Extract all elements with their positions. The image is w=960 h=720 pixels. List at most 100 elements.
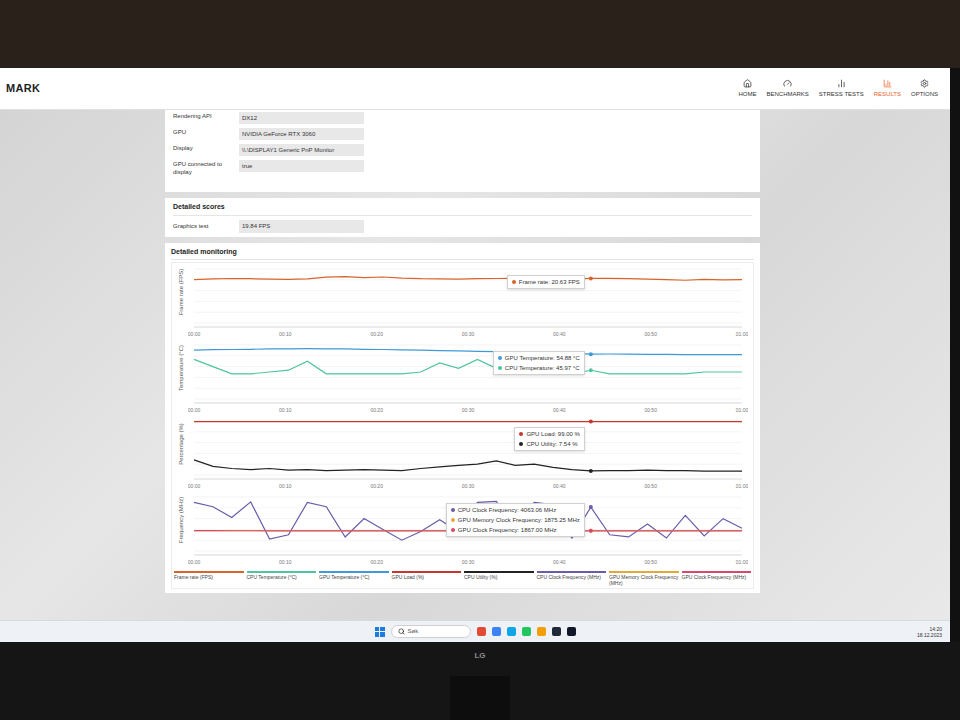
clock[interactable]: 14:2018.12.2023: [917, 626, 942, 638]
score-value: 19.84 FPS: [239, 220, 364, 233]
start-icon[interactable]: [375, 627, 385, 637]
legend-swatch: [682, 571, 752, 573]
legend-item[interactable]: GPU Clock Frequency (MHz): [682, 571, 752, 586]
x-tick: 00:40: [553, 407, 566, 413]
x-tick: 00:00: [188, 559, 200, 565]
x-tick: 01:00: [736, 331, 748, 337]
taskbar-app-icon[interactable]: [522, 627, 531, 636]
tooltip-dot: [451, 528, 455, 532]
x-tick: 00:20: [370, 331, 383, 337]
tooltip-row: CPU Clock Frequency: 4063.06 MHz: [451, 506, 580, 514]
chart-tooltip: GPU Temperature: 54.88 °C CPU Temperature…: [493, 351, 585, 375]
tooltip-row: GPU Clock Frequency: 1867.00 MHz: [451, 526, 580, 534]
tooltip-row: CPU Temperature: 45.97 °C: [498, 364, 580, 372]
highlight-point: [589, 469, 593, 473]
grid-line: [194, 431, 742, 432]
grid-line: [194, 345, 742, 346]
taskbar-app-icon[interactable]: [567, 627, 576, 636]
chart[interactable]: 00:0000:1000:2000:3000:4000:5001:00: [188, 341, 748, 415]
legend-item[interactable]: GPU Temperature (°C): [319, 571, 389, 586]
chart[interactable]: 00:0000:1000:2000:3000:4000:5001:00: [188, 265, 748, 339]
taskbar-app-icon[interactable]: [537, 627, 546, 636]
monitor: MARK HOME BENCHMARKS STRESS TESTS RESULTS OPT…: [0, 68, 960, 642]
legend-item[interactable]: CPU Clock Frequency (MHz): [537, 571, 607, 586]
series-line: [194, 460, 742, 471]
legend-item[interactable]: CPU Temperature (°C): [247, 571, 317, 586]
nav-item[interactable]: STRESS TESTS: [819, 79, 864, 99]
grid-line: [194, 377, 742, 378]
nav-item[interactable]: HOME: [739, 79, 757, 99]
x-tick: 00:10: [279, 483, 292, 489]
nav-icon: [743, 79, 752, 88]
axis-label: Frame rate (FPS): [174, 265, 188, 339]
legend-swatch: [174, 571, 244, 573]
x-tick: 00:20: [370, 559, 383, 565]
highlight-point: [589, 529, 593, 533]
legend-item[interactable]: CPU Utility (%): [464, 571, 534, 586]
nav-item[interactable]: OPTIONS: [911, 79, 938, 99]
taskbar: Søk 14:2018.12.2023: [0, 620, 950, 642]
x-axis: [194, 403, 742, 404]
grid-line: [194, 442, 742, 443]
x-tick: 00:00: [188, 331, 200, 337]
score-label: Graphics test: [173, 222, 235, 231]
results-column: Rendering APIDX12GPUNVIDIA GeForce RTX 3…: [165, 110, 760, 620]
nav: HOME BENCHMARKS STRESS TESTS RESULTS OPTIONS: [739, 79, 945, 99]
search-icon: [398, 628, 405, 635]
x-tick: 00:40: [553, 331, 566, 337]
scores-card: Detailed scoresGraphics test19.84 FPS: [165, 198, 760, 237]
chart-row: Frame rate (FPS)00:0000:1000:2000:3000:4…: [174, 265, 751, 339]
bezel-bottom: LG: [0, 642, 960, 720]
x-tick: 00:50: [644, 331, 657, 337]
x-tick: 00:50: [644, 407, 657, 413]
info-label: Rendering API: [173, 112, 235, 120]
legend-swatch: [537, 571, 607, 573]
tooltip-row: CPU Utility: 7.54 %: [519, 440, 579, 448]
x-tick: 00:20: [370, 407, 383, 413]
x-tick: 00:00: [188, 483, 200, 489]
tooltip-dot: [498, 356, 502, 360]
logo: MARK: [6, 80, 40, 97]
grid-line: [194, 366, 742, 367]
bezel-right: [950, 68, 960, 642]
taskbar-app-icon[interactable]: [492, 627, 501, 636]
monitoring-card: Detailed monitoringFrame rate (FPS)00:00…: [165, 243, 760, 594]
nav-item[interactable]: RESULTS: [874, 79, 901, 99]
legend-swatch: [247, 571, 317, 573]
grid-line: [194, 301, 742, 302]
legend-swatch: [609, 571, 679, 573]
legend-swatch: [319, 571, 389, 573]
brand-logo: LG: [474, 650, 485, 662]
tooltip-dot: [451, 508, 455, 512]
axis-label: Frequency (MHz): [174, 493, 188, 567]
axis-label: Percentage (%): [174, 417, 188, 491]
legend-item[interactable]: GPU Memory Clock Frequency (MHz): [609, 571, 679, 586]
info-value: NVIDIA GeForce RTX 3060: [239, 128, 364, 140]
tooltip-row: GPU Temperature: 54.88 °C: [498, 354, 580, 362]
screen: MARK HOME BENCHMARKS STRESS TESTS RESULTS OPT…: [0, 68, 950, 642]
series-line: [194, 349, 742, 355]
search-box[interactable]: Søk: [391, 625, 471, 638]
nav-icon: [783, 79, 792, 88]
header-bar: MARK HOME BENCHMARKS STRESS TESTS RESULTS OPT…: [0, 68, 950, 110]
legend: Frame rate (FPS)CPU Temperature (°C)GPU …: [174, 569, 751, 586]
highlight-point: [589, 420, 593, 424]
card-title: Detailed monitoring: [171, 247, 754, 261]
nav-item[interactable]: BENCHMARKS: [767, 79, 809, 99]
taskbar-app-icon[interactable]: [507, 627, 516, 636]
highlight-point: [589, 368, 593, 372]
series-line: [194, 359, 742, 373]
grid-line: [194, 497, 742, 498]
taskbar-app-icon[interactable]: [477, 627, 486, 636]
chart-tooltip: CPU Clock Frequency: 4063.06 MHzGPU Memo…: [446, 503, 585, 537]
grid-line: [194, 421, 742, 422]
chart-tooltip: GPU Load: 99.00 %CPU Utility: 7.54 %: [514, 427, 584, 451]
legend-item[interactable]: GPU Load (%): [392, 571, 462, 586]
info-value: DX12: [239, 112, 364, 124]
legend-item[interactable]: Frame rate (FPS): [174, 571, 244, 586]
info-row: Rendering API DX12: [173, 112, 752, 124]
monitor-stand: [450, 676, 510, 720]
taskbar-app-icon[interactable]: [552, 627, 561, 636]
chart[interactable]: 00:0000:1000:2000:3000:4000:5001:00: [188, 417, 748, 491]
wall: [0, 0, 960, 68]
